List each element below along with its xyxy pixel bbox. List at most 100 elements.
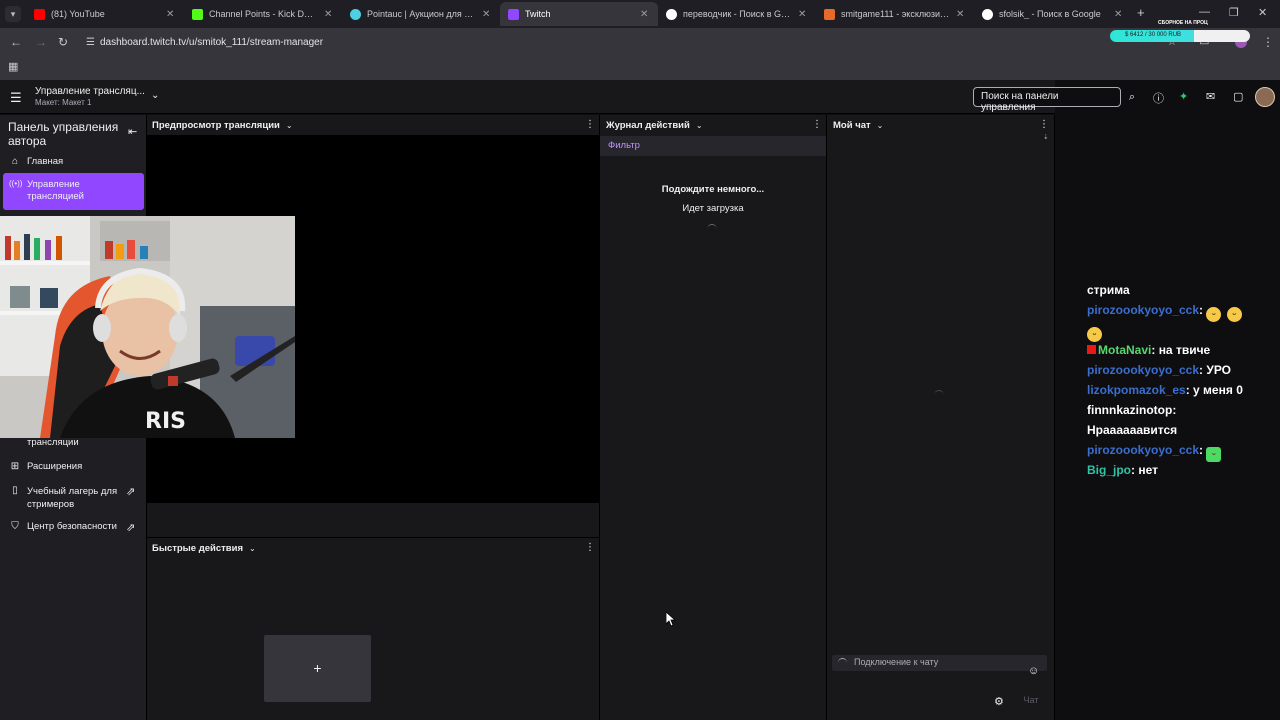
stream-chat-line: MotaNavi: на твиче [1087,340,1210,360]
grin-emote-icon: ᵕ [1206,307,1222,322]
shield-icon: ⛉ [11,521,19,532]
close-icon[interactable]: ✕ [798,9,808,20]
browser-tab-youtube[interactable]: (81) YouTube ✕ [26,2,184,26]
site-icon [824,8,835,20]
close-icon[interactable]: ✕ [324,9,334,20]
site-info-icon[interactable]: ☰ [86,37,95,48]
moderator-badge-icon [1087,345,1096,354]
more-options-icon[interactable]: ⋮ [585,119,595,130]
address-bar-row: ← → ↻ ☰ dashboard.twitch.tv/u/smitok_111… [0,28,1280,56]
stream-chat-line: lizokpomazok_es: у меня 0 [1087,383,1243,397]
chevron-down-icon[interactable]: ⌄ [151,90,159,101]
chat-username: MotaNavi [1098,343,1152,357]
browser-tab-twitch[interactable]: Twitch ✕ [500,2,658,26]
close-icon[interactable]: ✕ [166,9,176,20]
close-icon[interactable]: ✕ [640,9,650,20]
url-field[interactable]: dashboard.twitch.tv/u/smitok_111/stream-… [100,37,323,48]
close-icon[interactable]: ✕ [956,9,966,20]
sidebar-item-partial[interactable]: трансляции [0,437,146,448]
emote-picker-icon[interactable]: ☺ [1028,665,1039,677]
chat-message-text: нет [1138,463,1158,477]
stream-chat-line: Big_jpo: нет [1087,463,1158,477]
browser-menu-icon[interactable]: ⋮ [1262,35,1274,49]
loading-spinner-icon [707,224,717,234]
sidebar-item-label: Главная [27,156,64,167]
help-icon[interactable]: ⓘ [1153,90,1164,106]
chat-panel-title[interactable]: Мой чат ⌄ [833,115,883,135]
sidebar-item-safety[interactable]: ⛉ Центр безопасности ⇗ [0,521,146,534]
chat-username: lizokpomazok_es [1087,383,1186,397]
close-icon[interactable]: ✕ [482,9,492,20]
panel-title: Журнал действий [606,119,690,131]
browser-tab-sfolsik[interactable]: sfolsik_ - Поиск в Google ✕ [974,2,1132,26]
sparkle-icon[interactable]: ✦ [1179,90,1188,103]
activity-feed-panel [600,135,826,720]
tab-title: Channel Points - Kick Dashboar [209,9,318,19]
collapse-icon[interactable]: ⇤ [128,125,137,138]
home-icon: ⌂ [11,156,19,167]
new-tab-button[interactable]: + [1137,5,1145,20]
filter-button[interactable]: Фильтр [608,140,640,151]
minimize-icon[interactable]: — [1199,6,1210,18]
browser-tabbar: ▾ (81) YouTube ✕ Channel Points - Kick D… [0,0,1280,28]
panel-title: Предпросмотр трансляции [152,119,280,131]
chat-username: finnnkazinotop [1087,403,1173,417]
stream-chat-line: pirozoookyoyo_cck: УРО [1087,363,1232,377]
chat-input[interactable]: Подключение к чату [832,655,1047,671]
quick-actions-panel [147,557,599,720]
browser-tab-pointauc[interactable]: Pointauc | Аукцион для стрим ✕ [342,2,500,26]
reload-icon[interactable]: ↻ [58,35,68,49]
loading-title: Подождите немного... [661,184,765,195]
sidebar-item-bootcamp[interactable]: ▯ Учебный лагерь для стримеров ⇗ [0,485,146,511]
more-options-icon[interactable]: ⋮ [1039,119,1049,130]
goal-progress-text: $ 6412 / 30 000 RUB [1125,32,1182,38]
panel-title: Быстрые действия [152,542,244,554]
more-options-icon[interactable]: ⋮ [585,542,595,553]
book-icon: ▯ [12,485,18,496]
restore-icon[interactable]: ❐ [1229,6,1239,19]
browser-tab-kick[interactable]: Channel Points - Kick Dashboar ✕ [184,2,342,26]
tab-title: sfolsik_ - Поиск в Google [999,9,1101,19]
more-options-icon[interactable]: ⋮ [812,119,822,130]
chat-panel [827,135,1054,720]
whispers-icon[interactable]: ▢ [1233,90,1243,103]
twitch-icon [508,8,519,20]
google-icon [982,8,993,20]
close-icon[interactable]: ✕ [1114,9,1124,20]
preview-panel-title[interactable]: Предпросмотр трансляции ⌄ [152,115,293,135]
tab-title: (81) YouTube [51,9,105,19]
browser-tab-smitgame[interactable]: smitgame111 - эксклюзивный ✕ [816,2,974,26]
svg-text:RIS: RIS [145,409,186,434]
webcam-image: RIS [0,216,295,438]
menu-icon[interactable]: ☰ [10,90,22,106]
gear-icon[interactable]: ⚙ [994,695,1004,708]
chat-username: pirozoookyoyo_cck [1087,303,1200,317]
quick-actions-title[interactable]: Быстрые действия ⌄ [152,538,256,558]
external-link-icon: ⇗ [126,522,136,534]
stream-chat-line: стрима [1087,280,1130,300]
browser-tab-translate[interactable]: переводчик - Поиск в Google ✕ [658,2,816,26]
sidebar-item-stream-manager[interactable]: ((•)) Управление трансляцией [0,179,140,203]
chat-message-text: УРО [1206,363,1232,377]
external-link-icon: ⇗ [126,486,136,498]
page-title[interactable]: Управление трансляц... [35,86,145,97]
avatar[interactable] [1255,87,1275,107]
back-icon[interactable]: ← [10,35,22,49]
tab-search-icon[interactable]: ▾ [5,6,21,22]
sidebar-item-home[interactable]: ⌂ Главная [0,156,146,167]
window-close-icon[interactable]: ✕ [1258,6,1267,19]
apps-grid-icon[interactable]: ▦ [8,60,18,73]
stream-chat-line: finnnkazinotop: [1087,403,1177,417]
forward-icon[interactable]: → [35,35,47,49]
chat-send-button[interactable]: Чат [1014,695,1048,711]
activity-feed-title[interactable]: Журнал действий ⌄ [606,115,703,135]
google-icon [666,8,677,20]
goal-title: СБОРНОЕ НА ПРОЦ [1158,20,1208,26]
search-icon[interactable]: ⌕ [1123,87,1141,107]
panel-title: Мой чат [833,119,871,131]
sidebar-item-extensions[interactable]: ⊞ Расширения [0,461,146,472]
add-quick-action-button[interactable]: + [264,635,371,702]
dashboard-search-input[interactable]: Поиск на панели управления [973,87,1121,113]
chevron-down-icon: ⌄ [695,120,703,130]
inbox-icon[interactable]: ✉ [1206,90,1215,103]
